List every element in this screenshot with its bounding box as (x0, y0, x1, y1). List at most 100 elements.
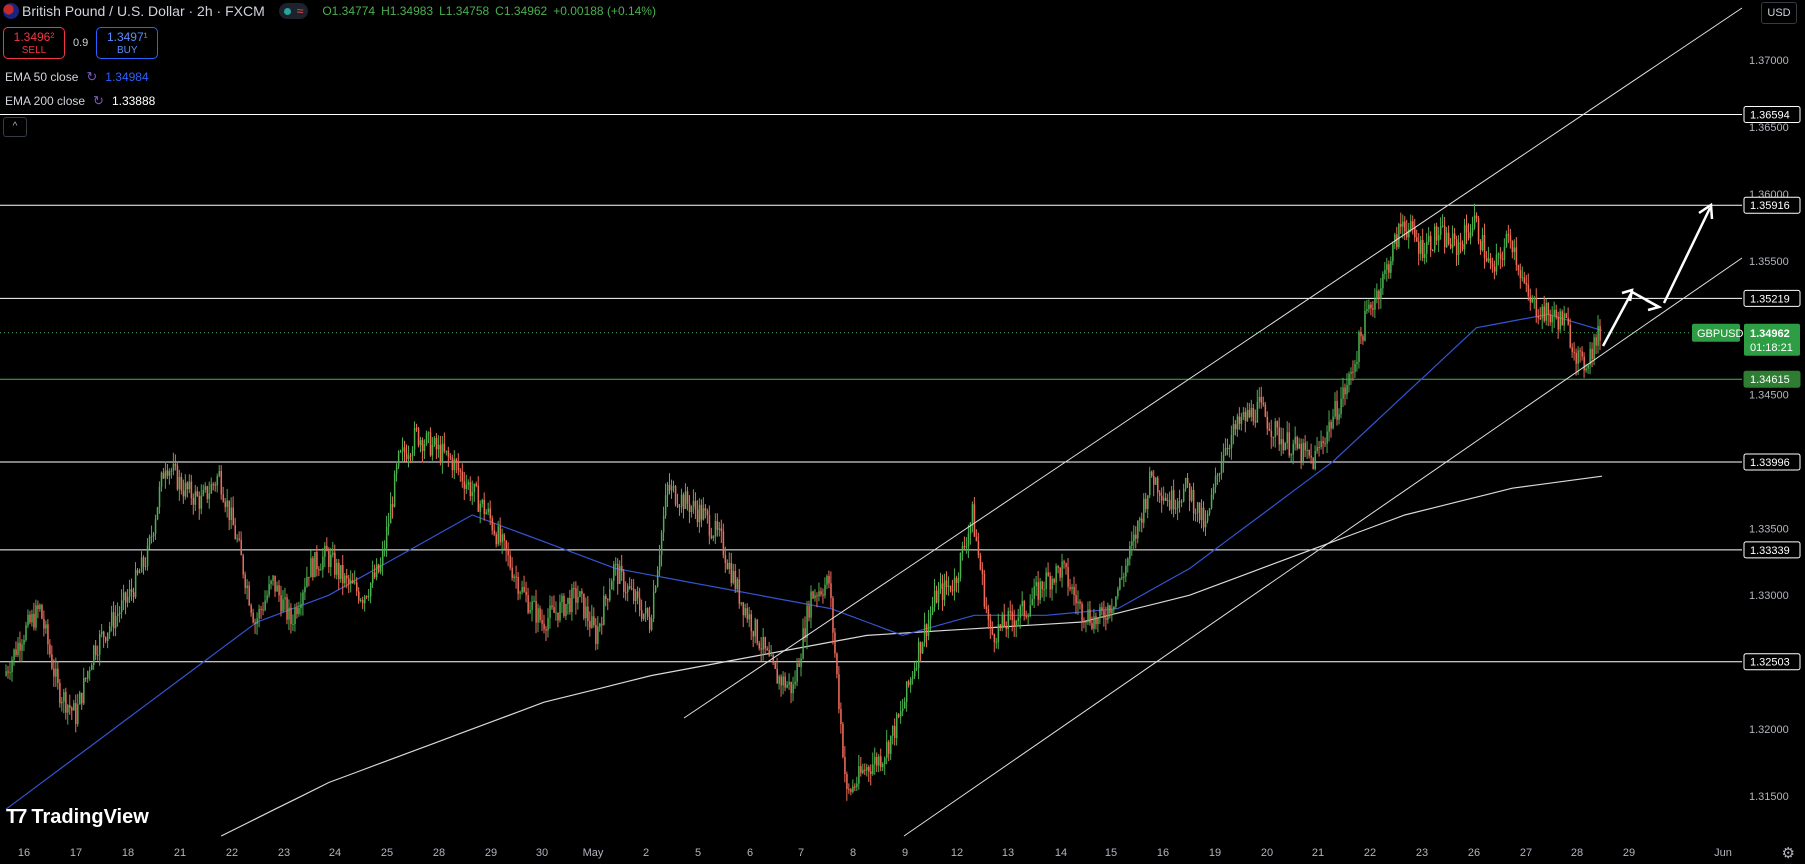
time-tick-23: 19 (1209, 847, 1221, 859)
candle-body (1109, 605, 1111, 614)
channel-lower-line (903, 257, 1743, 837)
candle-body (935, 590, 938, 603)
candle-body (943, 580, 946, 600)
candle-body (304, 586, 306, 593)
candle-body (515, 576, 517, 578)
candle-body (1364, 310, 1366, 341)
candle-body (820, 591, 822, 595)
candle-body (981, 569, 984, 575)
candle-body (391, 504, 394, 507)
candle-body (118, 612, 121, 615)
candle-body (589, 621, 591, 628)
buy-label: BUY (117, 45, 138, 56)
candle-body (585, 606, 587, 619)
candle-body (447, 450, 450, 457)
candle-body (463, 481, 466, 489)
candle-body (1587, 364, 1589, 369)
price-chart[interactable]: 1.370001.365001.360001.355001.350001.345… (0, 0, 1805, 864)
candle-body (1113, 606, 1115, 609)
candle-body (1238, 416, 1241, 424)
candle-body (1577, 350, 1579, 364)
candle-body (433, 437, 436, 445)
candle-body (1117, 589, 1119, 597)
candle-body (272, 575, 274, 581)
collapse-legend-button[interactable]: ^ (3, 117, 27, 137)
candle-body (342, 565, 344, 584)
candle-body (1210, 494, 1213, 509)
candle-body (399, 451, 402, 453)
candle-body (778, 676, 780, 684)
candle-body (1021, 601, 1024, 607)
candle-body (625, 591, 627, 593)
candle-body (1380, 288, 1382, 299)
candle-body (684, 491, 687, 509)
time-tick-4: 22 (226, 847, 238, 859)
candle-body (172, 464, 175, 471)
candle-body (493, 530, 496, 535)
candle-body (1433, 226, 1436, 251)
candle-body (890, 735, 892, 754)
candle-body (1031, 598, 1034, 606)
candle-body (459, 470, 462, 472)
candle-body (1489, 258, 1492, 264)
candle-body (965, 546, 968, 548)
sell-price: 1.3496² (13, 30, 55, 44)
candle-body (850, 789, 852, 792)
settings-gear-icon[interactable]: ⚙ (1782, 844, 1795, 862)
price-tick-11: 1.31500 (1749, 791, 1789, 803)
last-price-label: 1.34962 (1750, 328, 1790, 340)
candle-body (1326, 431, 1328, 444)
candle-body (1547, 302, 1550, 315)
candle-body (1513, 247, 1516, 253)
currency-selector[interactable]: USD (1761, 2, 1797, 24)
candle-body (933, 590, 936, 607)
sell-button[interactable]: 1.3496² SELL (3, 27, 65, 59)
candle-body (1561, 311, 1564, 326)
candle-body (682, 494, 685, 509)
level-label-3: 1.33996 (1750, 457, 1790, 469)
candle-body (439, 444, 442, 463)
candle-body (750, 614, 753, 632)
candle-body (738, 579, 741, 604)
candle-body (652, 591, 655, 619)
candle-body (1037, 582, 1039, 600)
candle-body (575, 588, 577, 603)
candle-body (828, 575, 830, 584)
high-value: H1.34983 (381, 4, 434, 18)
candle-body (1457, 242, 1460, 256)
candle-body (788, 681, 790, 685)
candle-body (1529, 296, 1532, 303)
candle-body (1447, 232, 1450, 245)
candle-body (1224, 448, 1227, 456)
candle-body (326, 545, 328, 552)
market-status-pill[interactable]: ≈ (278, 3, 309, 19)
candle-body (668, 484, 671, 491)
candle-body (344, 575, 346, 584)
candle-body (1591, 348, 1593, 360)
candle-body (276, 585, 278, 592)
candle-body (1378, 290, 1380, 299)
candle-body (631, 588, 633, 590)
symbol-title[interactable]: British Pound / U.S. Dollar · 2h · FXCM (22, 3, 265, 19)
time-tick-29: 27 (1520, 847, 1532, 859)
candle-body (1479, 241, 1482, 251)
candle-body (937, 588, 940, 603)
candle-body (627, 586, 629, 593)
candle-body (39, 604, 41, 610)
ema50-legend[interactable]: EMA 50 close ↻ 1.34984 (3, 69, 151, 85)
candle-body (1398, 223, 1400, 248)
candle-body (130, 589, 133, 593)
candle-body (1344, 387, 1346, 395)
candle-body (1248, 409, 1251, 417)
buy-button[interactable]: 1.3497¹ BUY (96, 27, 159, 59)
ema200-legend[interactable]: EMA 200 close ↻ 1.33888 (3, 93, 158, 109)
candle-body (1198, 502, 1201, 521)
candle-body (417, 428, 420, 446)
candle-body (722, 531, 725, 556)
candle-body (445, 450, 448, 452)
candle-body (794, 681, 796, 685)
candle-body (511, 567, 513, 579)
candle-body (1027, 616, 1030, 618)
candle-body (1143, 498, 1145, 523)
candle-body (1430, 235, 1432, 250)
